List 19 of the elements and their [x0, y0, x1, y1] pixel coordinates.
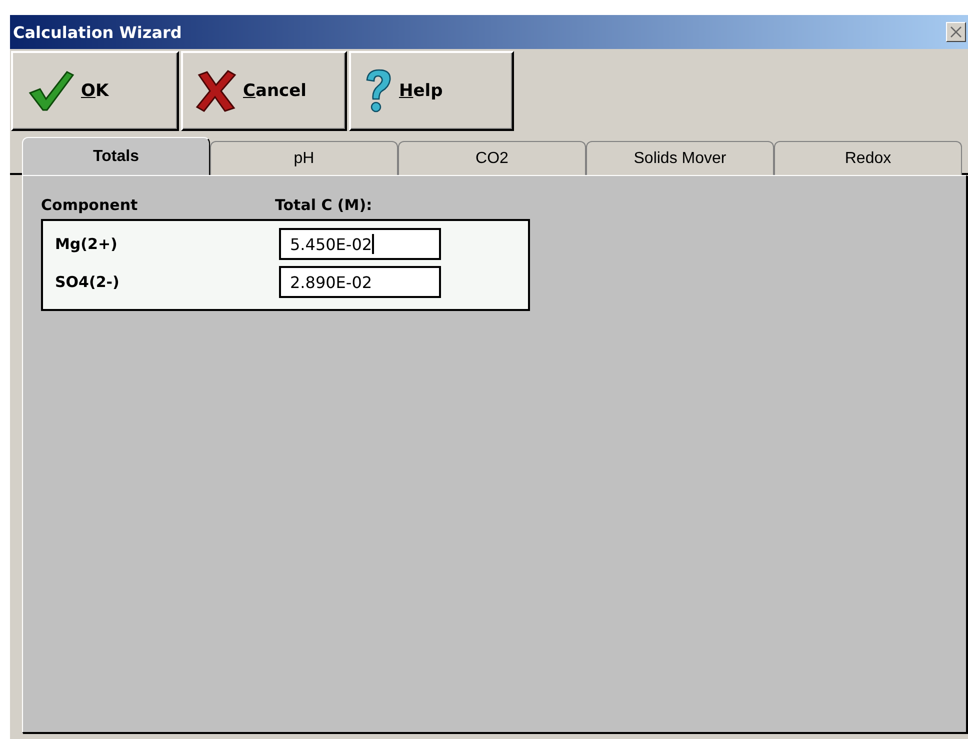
column-header: Total C (M): — [275, 196, 372, 214]
x-mark-icon — [195, 69, 237, 113]
column-header: Component — [41, 196, 139, 214]
close-button[interactable] — [946, 22, 966, 42]
window-title: Calculation Wizard — [13, 22, 182, 42]
close-icon — [950, 26, 962, 38]
component-name: SO4(2-) — [54, 273, 120, 291]
tab[interactable]: Redox — [774, 141, 962, 175]
toolbar-button[interactable]: Help — [349, 51, 514, 131]
tab[interactable]: Solids Mover — [586, 141, 774, 175]
toolbar-button[interactable]: OK — [11, 51, 179, 131]
tab[interactable]: pH — [210, 141, 398, 175]
input-field[interactable]: 2.890E-02 — [279, 266, 441, 298]
toolbar-button[interactable]: Cancel — [181, 51, 347, 131]
check-icon — [27, 69, 75, 113]
input-field[interactable]: 5.450E-02 — [279, 228, 441, 260]
tab[interactable]: CO2 — [398, 141, 586, 175]
component-name: Mg(2+) — [54, 235, 118, 253]
tab[interactable]: Totals — [22, 137, 210, 175]
